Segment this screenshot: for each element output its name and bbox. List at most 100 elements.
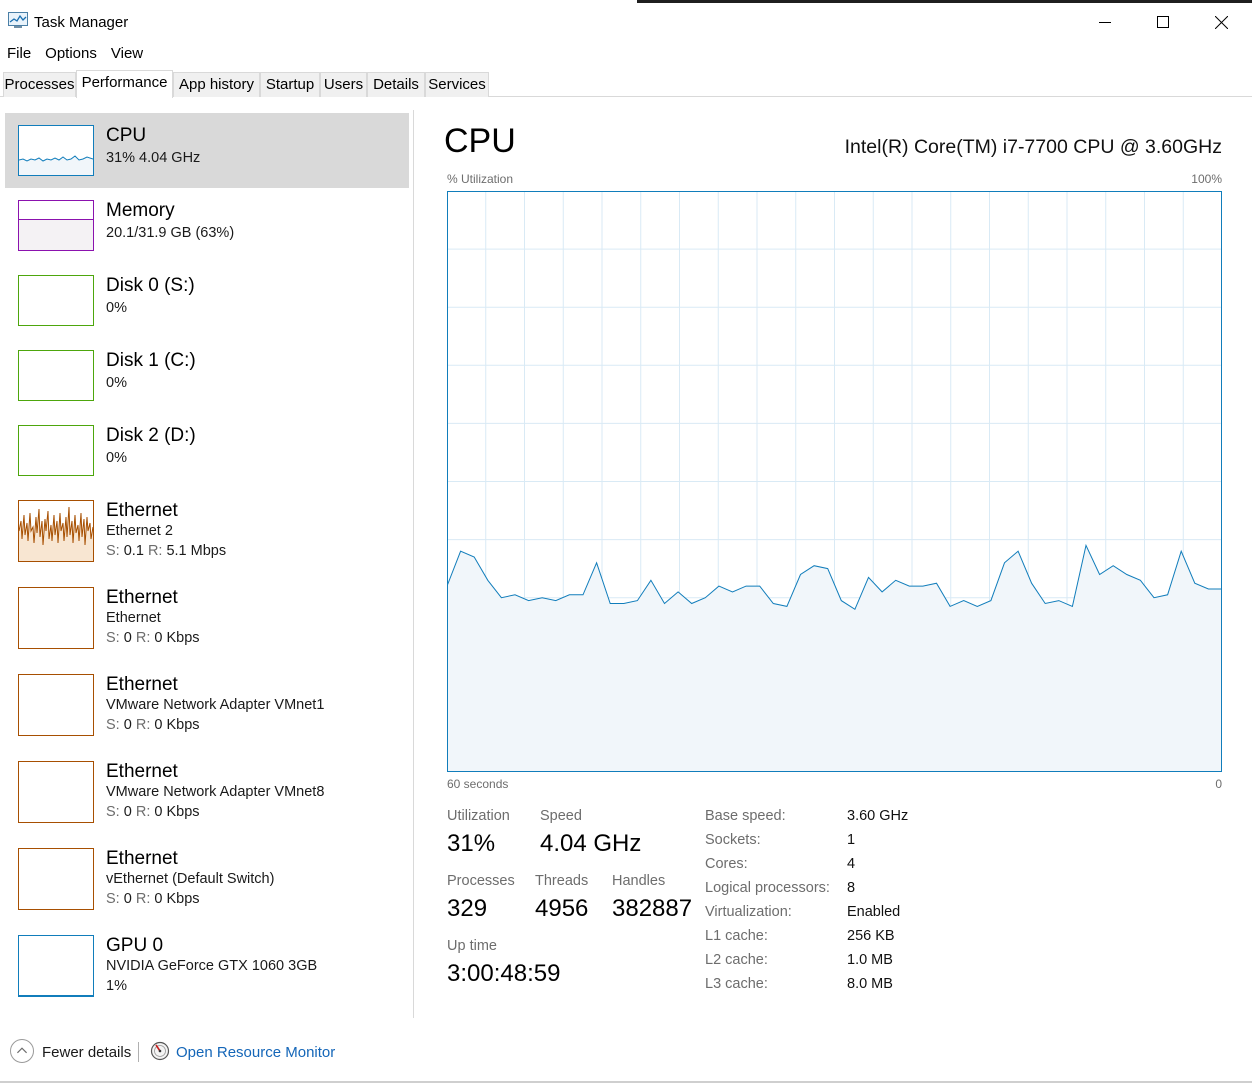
handles-value: 382887 bbox=[612, 895, 693, 922]
disk-thumbnail bbox=[18, 350, 94, 401]
spec-value: 256 KB bbox=[847, 928, 895, 944]
tab-processes[interactable]: Processes bbox=[3, 72, 76, 97]
tab-performance[interactable]: Performance bbox=[76, 70, 173, 98]
recv-value: 0 Kbps bbox=[154, 630, 200, 646]
sidebar-item-detail: Ethernet 2 bbox=[106, 523, 173, 539]
sidebar-item-title: Memory bbox=[106, 200, 175, 221]
threads-label: Threads bbox=[535, 873, 589, 889]
page-title: CPU bbox=[444, 122, 516, 160]
sidebar-item-ethernet-2[interactable]: Ethernet Ethernet 2 S: 0.1 R: 5.1 Mbps bbox=[5, 488, 409, 574]
spec-value: 8.0 MB bbox=[847, 976, 893, 992]
ethernet-thumbnail bbox=[18, 848, 94, 910]
close-icon bbox=[1214, 15, 1228, 29]
menu-options[interactable]: Options bbox=[38, 42, 104, 66]
chevron-up-icon bbox=[10, 1039, 34, 1063]
sidebar-item-detail: 20.1/31.9 GB (63%) bbox=[106, 225, 235, 241]
sidebar-item-throughput: S: 0 R: 0 Kbps bbox=[106, 717, 200, 733]
sidebar-item-title: Ethernet bbox=[106, 674, 178, 695]
recv-value: 0 Kbps bbox=[154, 717, 200, 733]
ethernet-thumbnail bbox=[18, 674, 94, 736]
threads-value: 4956 bbox=[535, 895, 589, 922]
utilization-label: Utilization bbox=[447, 808, 510, 824]
sidebar-item-memory[interactable]: Memory 20.1/31.9 GB (63%) bbox=[5, 188, 409, 263]
send-label: S: bbox=[106, 630, 120, 646]
speed-label: Speed bbox=[540, 808, 582, 824]
sidebar-item-throughput: S: 0 R: 0 Kbps bbox=[106, 891, 200, 907]
send-label: S: bbox=[106, 804, 120, 820]
memory-thumbnail bbox=[18, 200, 94, 251]
send-value: 0 bbox=[123, 630, 132, 646]
spec-value: 3.60 GHz bbox=[847, 808, 909, 824]
sidebar-item-disk-1[interactable]: Disk 1 (C:) 0% bbox=[5, 338, 409, 413]
graph-y-label: % Utilization bbox=[447, 172, 514, 186]
send-label: S: bbox=[106, 543, 120, 559]
recv-label: R: bbox=[135, 804, 151, 820]
sidebar-item-detail: vEthernet (Default Switch) bbox=[106, 871, 275, 887]
send-value: 0.1 bbox=[123, 543, 144, 559]
title-bar[interactable]: Task Manager bbox=[0, 4, 1252, 40]
tab-details[interactable]: Details bbox=[367, 72, 425, 97]
sidebar-item-ethernet-default-switch[interactable]: Ethernet vEthernet (Default Switch) S: 0… bbox=[5, 836, 409, 922]
menu-view[interactable]: View bbox=[104, 42, 150, 66]
sidebar-item-title: CPU bbox=[106, 125, 147, 146]
spec-value: 4 bbox=[847, 856, 856, 872]
sidebar-item-gpu-0[interactable]: GPU 0 NVIDIA GeForce GTX 1060 3GB 1% bbox=[5, 923, 409, 1009]
sidebar-item-title: Ethernet bbox=[106, 500, 178, 521]
sidebar-item-title: GPU 0 bbox=[106, 935, 164, 956]
sidebar-item-disk-0[interactable]: Disk 0 (S:) 0% bbox=[5, 263, 409, 338]
tab-services[interactable]: Services bbox=[425, 72, 489, 97]
sidebar-item-detail: 0% bbox=[106, 300, 127, 316]
cpu-utilization-graph bbox=[447, 191, 1222, 772]
sidebar-item-title: Disk 1 (C:) bbox=[106, 350, 196, 371]
sidebar-item-detail: 0% bbox=[106, 375, 127, 391]
sidebar-item-disk-2[interactable]: Disk 2 (D:) 0% bbox=[5, 413, 409, 488]
sidebar-item-title: Ethernet bbox=[106, 848, 178, 869]
tab-startup[interactable]: Startup bbox=[260, 72, 320, 97]
memory-usage-fill bbox=[19, 219, 93, 250]
recv-label: R: bbox=[135, 891, 151, 907]
sidebar-item-cpu[interactable]: CPU 31% 4.04 GHz bbox=[5, 113, 409, 188]
spec-label: Logical processors: bbox=[705, 880, 830, 896]
sidebar-item-detail: 31% 4.04 GHz bbox=[106, 150, 201, 166]
ethernet-mini-graph bbox=[19, 506, 93, 561]
minimize-button[interactable] bbox=[1076, 4, 1134, 40]
ethernet-thumbnail bbox=[18, 587, 94, 649]
sidebar-item-title: Disk 2 (D:) bbox=[106, 425, 196, 446]
sidebar-item-ethernet[interactable]: Ethernet Ethernet S: 0 R: 0 Kbps bbox=[5, 575, 409, 661]
spec-value: Enabled bbox=[847, 904, 901, 920]
menu-bar: File Options View bbox=[0, 42, 150, 66]
speed-value: 4.04 GHz bbox=[540, 830, 642, 857]
sidebar-item-throughput: S: 0 R: 0 Kbps bbox=[106, 630, 200, 646]
sidebar-item-title: Ethernet bbox=[106, 587, 178, 608]
window-title: Task Manager bbox=[34, 14, 129, 31]
ethernet-thumbnail bbox=[18, 761, 94, 823]
recv-value: 5.1 Mbps bbox=[166, 543, 227, 559]
recv-label: R: bbox=[135, 717, 151, 733]
spec-value: 1.0 MB bbox=[847, 952, 893, 968]
graph-x-end-label: 0 bbox=[1215, 777, 1222, 791]
spec-label: L1 cache: bbox=[705, 928, 768, 944]
spec-label: Base speed: bbox=[705, 808, 786, 824]
send-label: S: bbox=[106, 717, 120, 733]
spec-label: L2 cache: bbox=[705, 952, 768, 968]
maximize-button[interactable] bbox=[1134, 4, 1192, 40]
close-button[interactable] bbox=[1192, 4, 1250, 40]
sidebar-item-throughput: S: 0 R: 0 Kbps bbox=[106, 804, 200, 820]
menu-file[interactable]: File bbox=[0, 42, 38, 66]
uptime-label: Up time bbox=[447, 938, 497, 954]
footer-bar: Fewer details Open Resource Monitor bbox=[0, 1030, 1252, 1080]
cpu-model-name: Intel(R) Core(TM) i7-7700 CPU @ 3.60GHz bbox=[844, 136, 1222, 158]
sidebar-item-title: Ethernet bbox=[106, 761, 178, 782]
graph-y-max-label: 100% bbox=[1191, 172, 1222, 186]
sidebar-item-usage: 1% bbox=[106, 978, 127, 994]
tab-app-history[interactable]: App history bbox=[173, 72, 260, 97]
spec-value: 1 bbox=[847, 832, 856, 848]
footer-divider bbox=[138, 1042, 139, 1062]
spec-label: Virtualization: bbox=[705, 904, 792, 920]
sidebar-item-ethernet-vmnet1[interactable]: Ethernet VMware Network Adapter VMnet1 S… bbox=[5, 662, 409, 748]
cpu-mini-graph bbox=[19, 155, 93, 175]
sidebar-item-detail: NVIDIA GeForce GTX 1060 3GB bbox=[106, 958, 318, 974]
recv-label: R: bbox=[147, 543, 163, 559]
tab-users[interactable]: Users bbox=[320, 72, 367, 97]
sidebar-item-ethernet-vmnet8[interactable]: Ethernet VMware Network Adapter VMnet8 S… bbox=[5, 749, 409, 835]
